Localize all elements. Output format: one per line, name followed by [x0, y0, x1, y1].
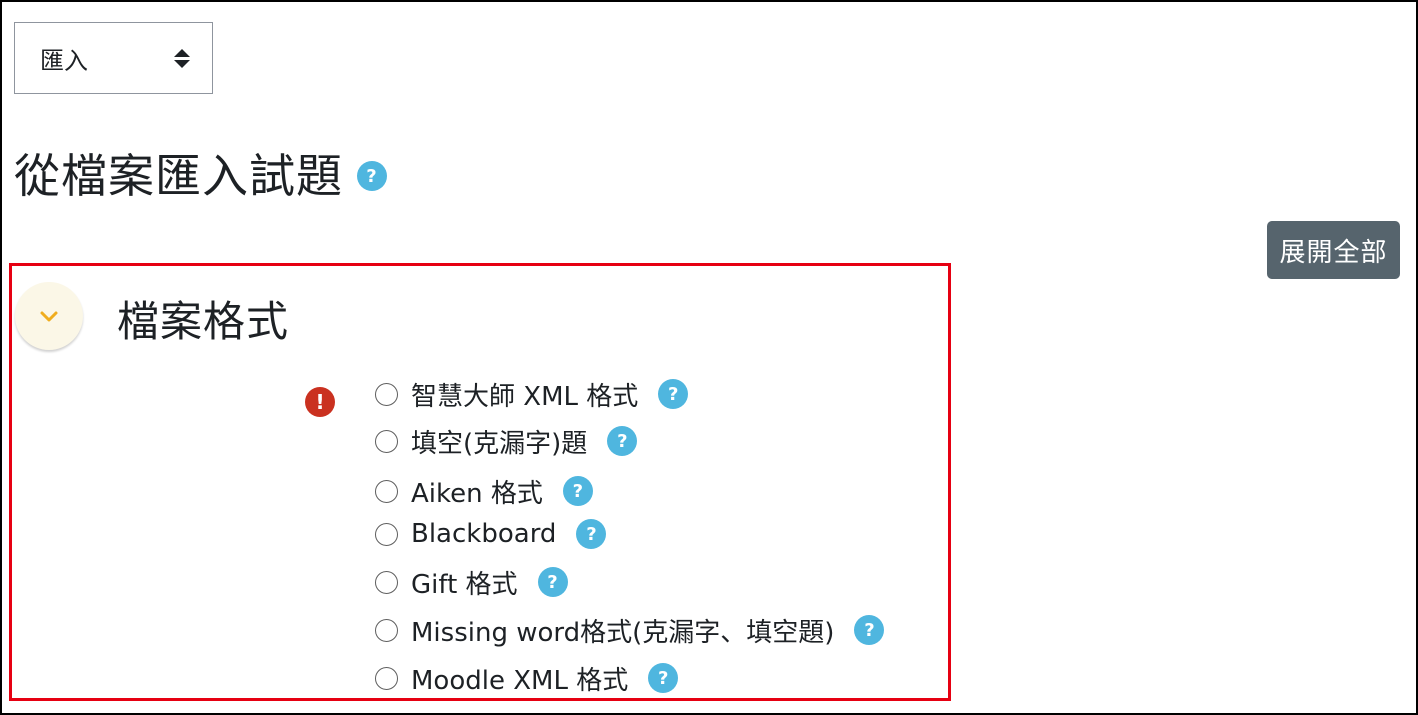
- format-radio[interactable]: [375, 666, 398, 690]
- format-option-label[interactable]: Moodle XML 格式: [411, 660, 628, 697]
- action-select[interactable]: 匯入: [14, 22, 213, 94]
- sort-arrows-icon: [174, 48, 190, 68]
- question-circle-icon[interactable]: ?: [562, 476, 593, 506]
- action-select-value: 匯入: [40, 46, 88, 75]
- format-option[interactable]: Moodle XML 格式 ?: [375, 656, 679, 700]
- format-option-label[interactable]: 智慧大師 XML 格式: [411, 376, 638, 413]
- question-circle-icon[interactable]: ?: [537, 567, 568, 597]
- format-option[interactable]: 智慧大師 XML 格式 ?: [375, 372, 689, 416]
- question-circle-icon[interactable]: ?: [576, 519, 607, 549]
- question-circle-icon[interactable]: ?: [648, 663, 679, 693]
- page-title-text: 從檔案匯入試題: [14, 149, 343, 203]
- format-option[interactable]: Gift 格式 ?: [375, 560, 568, 604]
- format-radio[interactable]: [375, 570, 398, 594]
- section-collapse-toggle[interactable]: [15, 282, 83, 350]
- question-circle-icon[interactable]: ?: [854, 615, 885, 645]
- expand-all-button[interactable]: 展開全部: [1267, 221, 1400, 279]
- format-option[interactable]: 填空(克漏字)題 ?: [375, 419, 638, 463]
- chevron-down-icon: [40, 311, 58, 322]
- format-option-label[interactable]: Blackboard: [411, 519, 556, 549]
- format-option-label[interactable]: 填空(克漏字)題: [411, 423, 587, 460]
- question-circle-icon[interactable]: ?: [658, 379, 689, 409]
- format-radio[interactable]: [375, 522, 398, 546]
- format-radio[interactable]: [375, 479, 398, 503]
- format-option[interactable]: Blackboard ?: [375, 512, 607, 556]
- format-option[interactable]: Aiken 格式 ?: [375, 469, 593, 513]
- format-option-label[interactable]: Gift 格式: [411, 564, 518, 601]
- question-circle-icon[interactable]: ?: [357, 161, 387, 191]
- question-circle-icon[interactable]: ?: [607, 426, 638, 456]
- format-radio[interactable]: [375, 382, 398, 406]
- format-option-label[interactable]: Aiken 格式: [411, 473, 543, 510]
- format-option[interactable]: Missing word格式(克漏字、填空題) ?: [375, 608, 885, 652]
- section-title: 檔案格式: [117, 297, 290, 346]
- format-radio[interactable]: [375, 429, 398, 453]
- format-radio[interactable]: [375, 618, 398, 642]
- exclamation-circle-icon: !: [305, 387, 335, 417]
- format-option-label[interactable]: Missing word格式(克漏字、填空題): [411, 612, 834, 649]
- page-title: 從檔案匯入試題 ?: [14, 140, 387, 206]
